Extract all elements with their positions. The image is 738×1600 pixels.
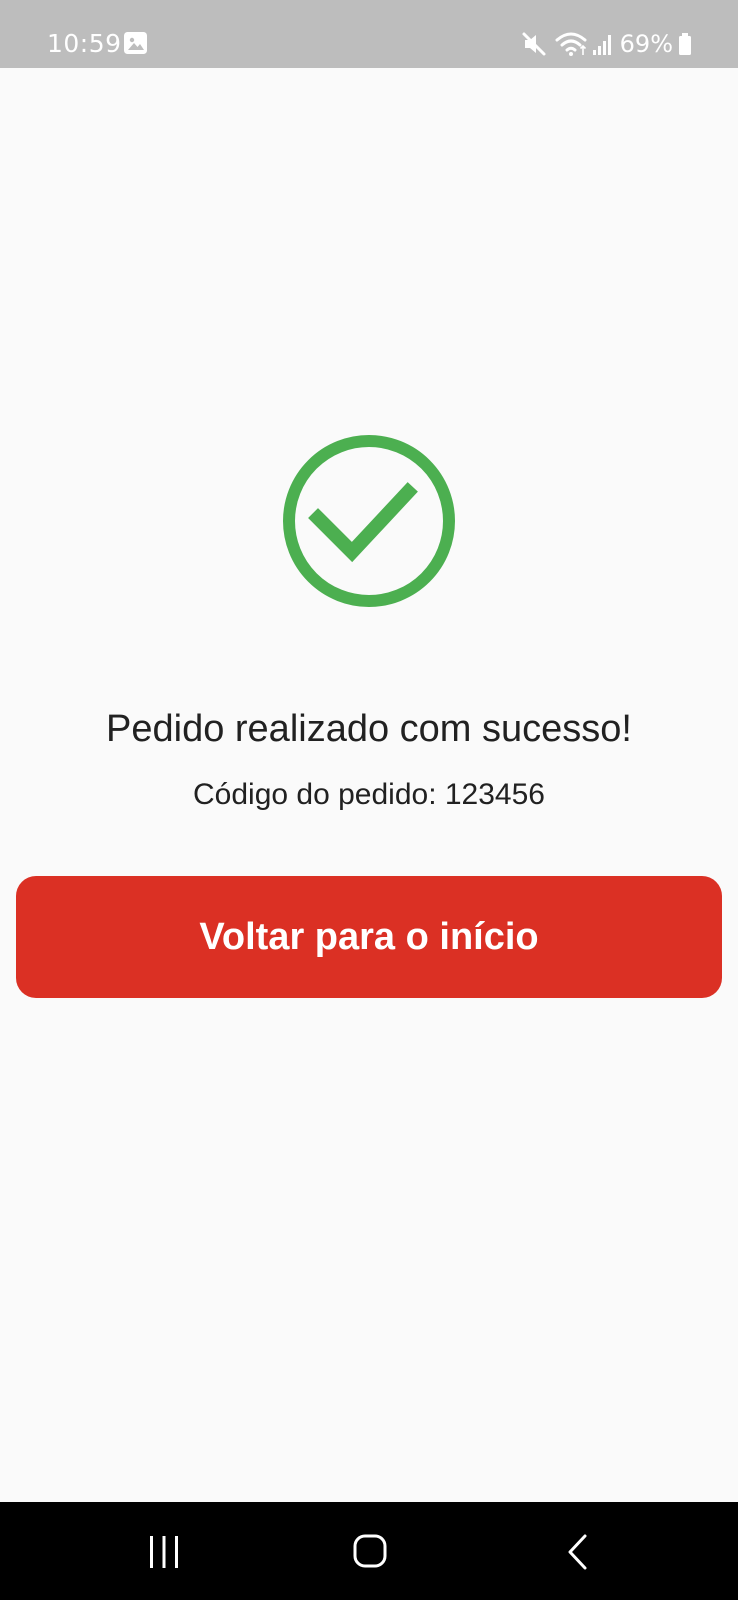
navigation-bar (0, 1502, 738, 1600)
order-code: Código do pedido: 123456 (193, 778, 545, 811)
signal-icon (592, 35, 611, 55)
recent-apps-icon[interactable] (147, 1534, 181, 1570)
status-icons: 69% (521, 27, 692, 61)
gallery-icon (124, 32, 147, 54)
status-time: 10:59 (47, 29, 122, 58)
wifi-icon (555, 32, 587, 56)
battery-percent: 69% (619, 30, 673, 58)
back-icon[interactable] (566, 1533, 588, 1571)
home-icon[interactable] (353, 1534, 387, 1568)
battery-icon (679, 33, 691, 55)
status-bar: 10:59 69% (0, 0, 738, 68)
success-title: Pedido realizado com sucesso! (106, 708, 632, 750)
check-circle-icon (283, 435, 455, 607)
mute-icon (522, 32, 546, 56)
back-home-button[interactable]: Voltar para o início (16, 876, 722, 998)
